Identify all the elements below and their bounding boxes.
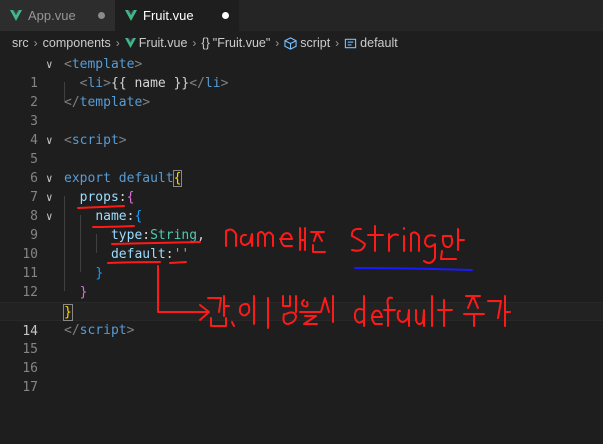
field-icon [345, 38, 357, 48]
string-empty: '' [173, 247, 190, 262]
tag-name: template [71, 57, 135, 72]
tag-name: script [71, 133, 119, 148]
brace-close: } [79, 285, 88, 300]
comma: , [197, 228, 205, 243]
code-line[interactable]: 17 [0, 359, 603, 395]
tag-close: > [220, 76, 229, 91]
tag-close: > [103, 76, 111, 91]
breadcrumb-chevron-icon: › [335, 36, 340, 50]
vue-icon [124, 38, 136, 48]
breadcrumb-components[interactable]: components [43, 36, 111, 50]
colon: : [118, 190, 127, 205]
brace-close: } [95, 266, 104, 281]
breadcrumb-file[interactable]: Fruit.vue [124, 36, 188, 50]
tab-bar: App.vue Fruit.vue [0, 0, 603, 31]
tab-app-vue[interactable]: App.vue [0, 0, 115, 31]
breadcrumb-file-label: Fruit.vue [138, 36, 188, 50]
property-type: type [110, 228, 143, 243]
brace-close: } [63, 304, 73, 321]
tag-open: </ [189, 76, 205, 91]
tag-open: < [64, 133, 72, 148]
code-line[interactable]: 9 ∨ name:{ [0, 207, 603, 243]
breadcrumb-component[interactable]: {} "Fruit.vue" [201, 36, 270, 50]
fold-chevron-icon[interactable]: ∨ [46, 207, 53, 226]
code-line[interactable]: 13 } [0, 283, 603, 319]
keyword-export: export [64, 171, 111, 186]
fold-chevron-icon[interactable]: ∨ [46, 169, 53, 188]
line-number: 17 [22, 380, 38, 395]
braces-icon: {} [201, 36, 210, 50]
tag-open: < [64, 57, 72, 72]
type-string: String [150, 228, 198, 243]
brace-open: { [134, 209, 143, 224]
tag-name: script [79, 323, 127, 338]
colon: : [142, 228, 151, 243]
property-props: props [79, 190, 119, 205]
code-line[interactable]: 1 ∨ <template> [0, 55, 603, 91]
fold-chevron-icon[interactable]: ∨ [46, 131, 53, 150]
breadcrumb-chevron-icon: › [275, 36, 280, 50]
breadcrumb-chevron-icon: › [115, 36, 120, 50]
unsaved-dot-icon[interactable] [98, 12, 105, 19]
breadcrumb: src › components › Fruit.vue › {} "Fruit… [0, 31, 603, 55]
breadcrumb-chevron-icon: › [33, 36, 38, 50]
mustache-expression: {{ name }} [110, 76, 190, 91]
code-line[interactable]: 15 </script> [0, 321, 603, 357]
breadcrumb-chevron-icon: › [192, 36, 197, 50]
breadcrumb-default[interactable]: default [344, 36, 398, 50]
code-line[interactable]: 3 </template> [0, 93, 603, 129]
code-line[interactable]: 2 <li>{{ name }}</li> [0, 74, 603, 110]
vue-icon [125, 10, 137, 21]
colon: : [165, 247, 174, 262]
tag-name: li [87, 76, 104, 91]
code-line[interactable]: 11 default:'' [0, 245, 603, 281]
code-line[interactable]: 4 [0, 112, 603, 148]
breadcrumb-component-label: "Fruit.vue" [212, 36, 271, 50]
code-line[interactable]: 6 [0, 150, 603, 186]
tag-close: > [142, 95, 151, 110]
tab-label: Fruit.vue [143, 8, 194, 23]
code-line[interactable]: 8 ∨ props:{ [0, 188, 603, 224]
keyword-default: default [118, 171, 174, 186]
tag-name: li [204, 76, 221, 91]
brace-open: { [172, 170, 183, 187]
code-line[interactable]: 12 } [0, 264, 603, 300]
tag-close: > [134, 57, 143, 72]
code-editor[interactable]: 1 ∨ <template> 2 <li>{{ name }}</li> 3 <… [0, 55, 603, 444]
tag-open: </ [64, 323, 80, 338]
unsaved-dot-icon[interactable] [222, 12, 229, 19]
code-line[interactable]: 16 [0, 340, 603, 376]
breadcrumb-src[interactable]: src [12, 36, 29, 50]
property-default: default [110, 247, 166, 262]
code-line[interactable]: 10 type:String, [0, 226, 603, 262]
code-line-current[interactable]: 14 } [0, 302, 603, 339]
vue-icon [10, 10, 22, 21]
code-line[interactable]: 5 ∨ <script> [0, 131, 603, 167]
breadcrumb-script-label: script [300, 36, 331, 50]
property-name: name [95, 209, 127, 224]
tag-open: </ [64, 95, 80, 110]
code-line[interactable]: 7 ∨ export default{ [0, 169, 603, 205]
tag-name: template [79, 95, 143, 110]
cube-icon [284, 36, 297, 50]
tag-close: > [118, 133, 127, 148]
fold-chevron-icon[interactable]: ∨ [46, 55, 53, 74]
fold-chevron-icon[interactable]: ∨ [46, 188, 53, 207]
brace-open: { [126, 190, 135, 205]
tab-label: App.vue [28, 8, 76, 23]
tag-close: > [126, 323, 135, 338]
tab-fruit-vue[interactable]: Fruit.vue [115, 0, 239, 31]
breadcrumb-script[interactable]: script [284, 36, 330, 50]
breadcrumb-default-label: default [360, 36, 398, 50]
